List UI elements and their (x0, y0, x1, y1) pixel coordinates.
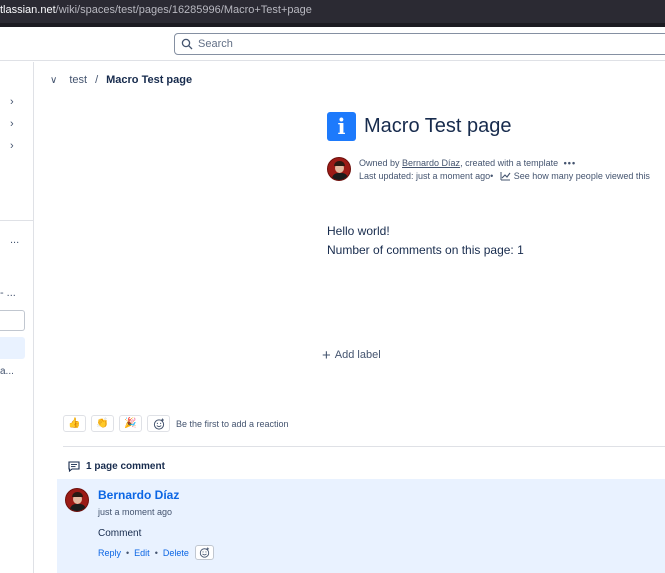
more-options-icon[interactable]: -... (0, 287, 16, 299)
url-host: tlassian.net (0, 4, 56, 16)
sidebar-divider (0, 220, 34, 221)
thumbs-up-reaction-button[interactable]: 👍 (63, 415, 86, 432)
party-icon: 🎉 (124, 418, 137, 429)
delete-link[interactable]: Delete (163, 548, 189, 558)
content-line: Hello world! (327, 224, 390, 238)
top-navigation: Search (0, 27, 665, 61)
page-views-link[interactable]: See how many people viewed this (514, 171, 650, 181)
bullet: • (154, 547, 158, 558)
chevron-right-icon[interactable]: › (10, 96, 14, 108)
party-reaction-button[interactable]: 🎉 (119, 415, 142, 432)
comment-actions: Reply • Edit • Delete (98, 545, 214, 560)
page-byline: Owned by Bernardo Díaz, created with a t… (327, 157, 650, 183)
byline-updated-line: Last updated: just a moment ago• See how… (359, 170, 650, 183)
add-label-text: Add label (334, 349, 381, 361)
content-line: Number of comments on this page: 1 (327, 243, 524, 257)
sidebar: › › › ... -... a... (0, 62, 34, 573)
chevron-right-icon[interactable]: › (10, 140, 14, 152)
chevron-down-icon[interactable]: ∨ (50, 75, 57, 86)
comment-timestamp[interactable]: just a moment ago (98, 507, 172, 517)
page-content: Hello world! Number of comments on this … (327, 222, 524, 260)
owner-link[interactable]: Bernardo Díaz (402, 158, 460, 168)
avatar[interactable] (65, 488, 89, 512)
reactions-bar: 👍 👏 🎉 Be the first to add a reaction (63, 415, 289, 432)
breadcrumb-separator: / (95, 74, 99, 86)
page-header: i Macro Test page (327, 112, 512, 141)
byline-owner-line: Owned by Bernardo Díaz, created with a t… (359, 157, 650, 170)
more-options-icon[interactable]: ... (10, 234, 19, 246)
avatar[interactable] (327, 157, 351, 181)
plus-icon: + (322, 346, 331, 364)
analytics-icon (500, 172, 511, 181)
breadcrumb: ∨ test / Macro Test page (50, 74, 192, 86)
sidebar-filter-input[interactable] (0, 310, 25, 331)
more-actions-icon[interactable]: ••• (564, 158, 576, 168)
comment-body: Comment (98, 528, 142, 539)
comment: Bernardo Díaz just a moment ago Comment … (57, 479, 665, 573)
add-reaction-button[interactable] (147, 415, 170, 432)
page-title: Macro Test page (364, 115, 512, 137)
info-icon[interactable]: i (327, 112, 356, 141)
add-emoji-icon (199, 547, 210, 558)
comment-author[interactable]: Bernardo Díaz (98, 488, 179, 502)
add-emoji-icon (153, 418, 164, 430)
bullet: • (490, 171, 494, 181)
url-text[interactable]: tlassian.net/wiki/spaces/test/pages/1628… (0, 4, 312, 16)
template-note: , created with a template (460, 158, 559, 168)
chevron-right-icon[interactable]: › (10, 118, 14, 130)
search-placeholder: Search (198, 38, 233, 50)
comment-icon (68, 461, 80, 472)
sidebar-item-truncated[interactable]: a... (0, 366, 14, 377)
add-label-button[interactable]: + Add label (322, 346, 381, 364)
edit-link[interactable]: Edit (134, 548, 150, 558)
reply-link[interactable]: Reply (98, 548, 121, 558)
search-icon (181, 38, 193, 50)
search-input[interactable]: Search (174, 33, 665, 55)
sidebar-item-selected[interactable] (0, 337, 25, 359)
add-reaction-button[interactable] (194, 545, 214, 560)
url-path: /wiki/spaces/test/pages/16285996/Macro+T… (55, 4, 312, 16)
clap-icon: 👏 (96, 418, 109, 429)
thumbs-up-icon: 👍 (68, 418, 81, 429)
section-divider (63, 446, 665, 447)
bullet: • (126, 547, 130, 558)
comments-count: 1 page comment (86, 461, 165, 472)
reaction-prompt: Be the first to add a reaction (176, 418, 289, 429)
last-updated: Last updated: just a moment ago (359, 171, 491, 181)
breadcrumb-current[interactable]: Macro Test page (106, 74, 192, 86)
breadcrumb-space[interactable]: test (69, 74, 87, 86)
owned-by-label: Owned by (359, 158, 403, 168)
clap-reaction-button[interactable]: 👏 (91, 415, 114, 432)
comments-header: 1 page comment (68, 461, 165, 472)
browser-url-bar: tlassian.net/wiki/spaces/test/pages/1628… (0, 0, 665, 23)
